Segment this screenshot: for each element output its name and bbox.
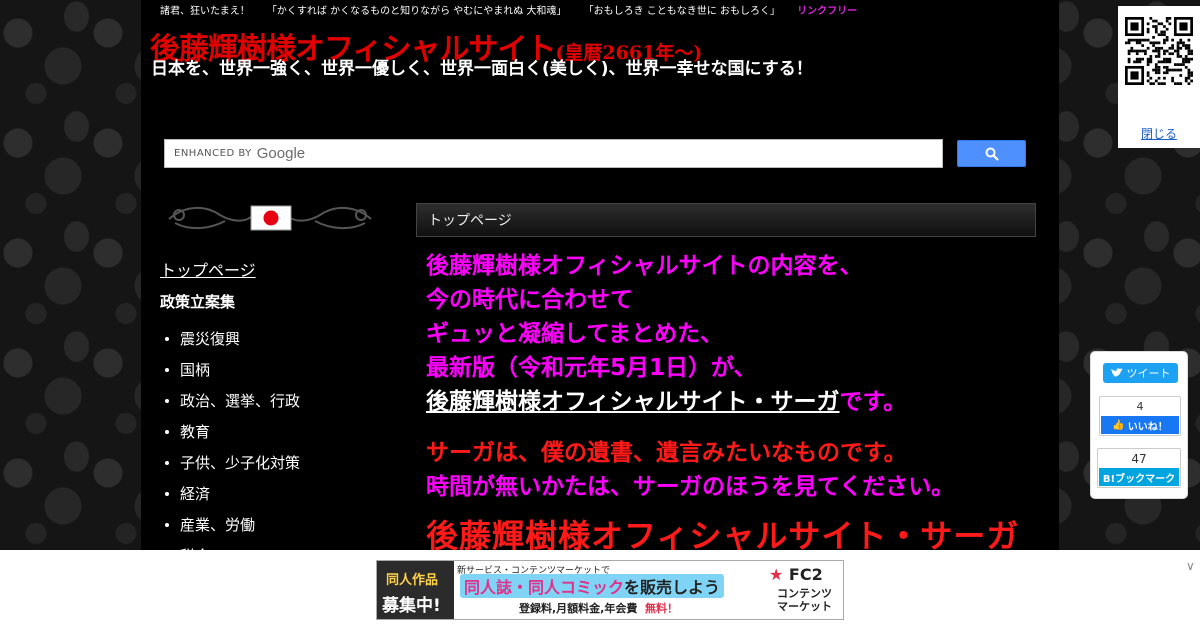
sidebar-item-label[interactable]: 経済 — [180, 483, 210, 504]
ad-left-line1: 同人作品 — [386, 573, 439, 588]
saga-big-title: 後藤輝樹様オフィシャルサイト・サーガ — [426, 517, 1020, 550]
hatena-bookmark-box[interactable]: 47 B!ブックマーク — [1097, 448, 1181, 488]
content-saga-line: 後藤輝樹様オフィシャルサイト・サーガです。 — [426, 385, 1019, 419]
sidebar-section-title: 政策立案集 — [160, 293, 236, 311]
ad-middle-panel[interactable]: 新サービス・コンテンツマーケットで 同人誌・同人コミックを販売しよう 登録料,月… — [457, 561, 762, 619]
ad-left-panel[interactable]: 同人作品 募集中! — [377, 561, 454, 619]
japan-flag-ornament — [168, 205, 372, 231]
fc2-brand-text: FC2 — [788, 565, 823, 584]
main-content: 後藤輝樹様オフィシャルサイトの内容を、 今の時代に合わせて ギュッと凝縮してまと… — [426, 249, 1019, 550]
search-icon — [985, 147, 999, 161]
sidebar-item[interactable]: 産業、労働 — [165, 509, 300, 540]
sidebar-item[interactable]: 震災復興 — [165, 323, 300, 354]
topline-quote-3: 「おもしろき こともなき世に おもしろく」 — [583, 6, 780, 17]
sidebar-item[interactable]: 子供、少子化対策 — [165, 447, 300, 478]
tweet-label[interactable]: ツイート — [1127, 365, 1171, 381]
sidebar-item[interactable]: 税金 — [165, 540, 300, 550]
fc2-sub-line2: マーケット — [777, 600, 832, 613]
page-header-bar: トップページ — [416, 203, 1036, 237]
page-container: 諸君、狂いたまえ！ 「かくすれば かくなるものと知りながら やむにやまれぬ 大和… — [141, 0, 1059, 550]
qr-code-image — [1125, 17, 1193, 85]
ad-fee-label: 登録料,月額料金,年会費 — [519, 602, 638, 615]
ad-headline-rest: を販売しよう — [624, 578, 721, 597]
fc2-sub-text: コンテンツ マーケット — [777, 587, 832, 613]
facebook-like-box[interactable]: 4 👍 いいね！ — [1099, 396, 1181, 436]
facebook-like-label[interactable]: いいね！ — [1128, 418, 1168, 433]
sidebar-top-page-link[interactable]: トップページ — [160, 257, 256, 281]
site-tagline: 日本を、世界一強く、世界一優しく、世界一面白く(美しく)、世界一幸せな国にする！ — [151, 59, 813, 79]
search-enhanced-by: ENHANCED BY — [174, 148, 252, 159]
bullet-icon — [165, 491, 169, 496]
sidebar-item-label[interactable]: 政治、選挙、行政 — [180, 390, 300, 411]
content-line: ギュッと凝縮してまとめた、 — [426, 321, 724, 347]
search-button[interactable] — [957, 140, 1026, 167]
thumbs-up-icon: 👍 — [1112, 419, 1125, 431]
ad-brand-panel[interactable]: ★ FC2 コンテンツ マーケット — [765, 561, 843, 619]
header-topline: 諸君、狂いたまえ！ 「かくすれば かくなるものと知りながら やむにやまれぬ 大和… — [160, 2, 871, 17]
qr-code-widget: 閉じる — [1118, 6, 1200, 148]
hatena-bookmark-button[interactable]: B!ブックマーク — [1099, 468, 1179, 486]
fc2-mark-icon: ★ — [769, 565, 784, 584]
saga-link[interactable]: 後藤輝樹様オフィシャルサイト・サーガ — [426, 389, 840, 415]
sidebar-item-label[interactable]: 子供、少子化対策 — [180, 452, 300, 473]
ad-fee-text: 登録料,月額料金,年会費 無料！ — [519, 600, 678, 616]
topline-quote-1: 諸君、狂いたまえ！ — [160, 6, 250, 17]
ad-headline-pink: 同人誌・同人コミック — [464, 578, 625, 597]
content-red-line: サーガは、僕の遺書、遺言みたいなものです。 — [426, 440, 907, 466]
link-free-label[interactable]: リンクフリー — [797, 6, 857, 17]
ad-free-label: 無料！ — [645, 602, 679, 615]
content-line: 後藤輝樹様オフィシャルサイトの内容を、 — [426, 253, 863, 279]
sidebar-item[interactable]: 教育 — [165, 416, 300, 447]
google-logo-text: Google — [256, 145, 306, 162]
sidebar-item[interactable]: 経済 — [165, 478, 300, 509]
bottom-ad-bar: 同人作品 募集中! 新サービス・コンテンツマーケットで 同人誌・同人コミックを販… — [0, 550, 1200, 630]
fc2-sub-line1: コンテンツ — [777, 587, 832, 600]
content-pink-line: 時間が無いかたは、サーガのほうを見てください。 — [426, 474, 955, 500]
fc2-ad-banner[interactable]: 同人作品 募集中! 新サービス・コンテンツマーケットで 同人誌・同人コミックを販… — [376, 560, 844, 620]
sidebar-item-label[interactable]: 震災復興 — [180, 328, 240, 349]
bullet-icon — [165, 367, 169, 372]
sidebar-policy-list: 震災復興 国柄 政治、選挙、行政 教育 子供、少子化対策 経済 産業、労働 税金 — [165, 323, 300, 550]
share-widget: ツイート 4 👍 いいね！ 47 B!ブックマーク — [1090, 351, 1188, 499]
facebook-like-count: 4 — [1136, 400, 1144, 413]
bullet-icon — [165, 460, 169, 465]
qr-close-link[interactable]: 閉じる — [1141, 125, 1177, 142]
twitter-bird-icon — [1110, 368, 1123, 377]
search-input[interactable]: ENHANCED BY Google — [164, 139, 943, 168]
sidebar-item[interactable]: 国柄 — [165, 354, 300, 385]
bullet-icon — [165, 429, 169, 434]
tweet-button[interactable]: ツイート — [1103, 363, 1178, 383]
content-line: 最新版（令和元年5月1日）が、 — [426, 355, 757, 381]
sidebar-item-label[interactable]: 教育 — [180, 421, 210, 442]
chevron-down-icon[interactable]: ∨ — [1186, 559, 1195, 573]
topline-quote-2: 「かくすれば かくなるものと知りながら やむにやまれぬ 大和魂」 — [266, 6, 567, 17]
ad-left-line2: 募集中! — [382, 596, 441, 616]
saga-suffix: です。 — [839, 389, 907, 415]
content-line: 今の時代に合わせて — [426, 287, 633, 313]
sidebar-item[interactable]: 政治、選挙、行政 — [165, 385, 300, 416]
sidebar-item-label[interactable]: 国柄 — [180, 359, 210, 380]
bullet-icon — [165, 398, 169, 403]
sidebar-item-label[interactable]: 産業、労働 — [180, 514, 255, 535]
fc2-logo: ★ FC2 — [769, 565, 823, 584]
hatena-bookmark-count: 47 — [1131, 452, 1147, 466]
ad-headline: 同人誌・同人コミックを販売しよう — [460, 574, 725, 598]
facebook-like-button[interactable]: 👍 いいね！ — [1101, 416, 1179, 434]
bullet-icon — [165, 522, 169, 527]
bullet-icon — [165, 336, 169, 341]
